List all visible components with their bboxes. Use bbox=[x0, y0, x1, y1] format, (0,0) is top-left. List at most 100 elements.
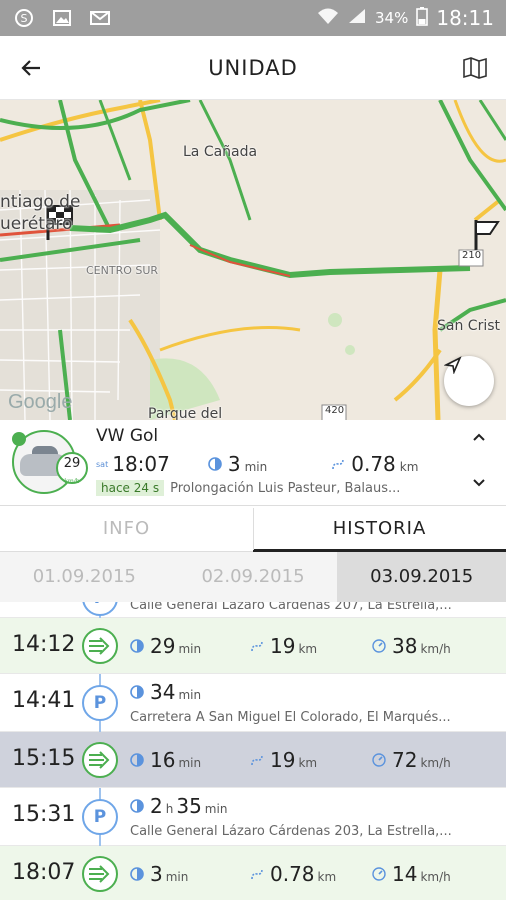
trip-duration: 3 min bbox=[130, 862, 188, 886]
unit-distance: 0.78 bbox=[351, 452, 396, 476]
my-location-button[interactable] bbox=[444, 356, 494, 406]
svg-text:S: S bbox=[21, 12, 28, 25]
stop-row[interactable]: 15:31 P 2 h 35 min Calle General Lázaro … bbox=[0, 788, 506, 846]
distance-unit: km bbox=[298, 756, 318, 770]
duration-value: 34 bbox=[150, 680, 176, 704]
speed-value: 29 bbox=[63, 456, 81, 471]
map-label-la-canada: La Cañada bbox=[183, 144, 258, 160]
stop-address: Carretera A San Miguel El Colorado, El M… bbox=[130, 710, 451, 725]
trip-duration: 16 min bbox=[130, 748, 201, 772]
skype-icon: S bbox=[12, 7, 36, 29]
clock-icon bbox=[130, 639, 144, 653]
clock: 18:11 bbox=[436, 6, 494, 30]
trip-distance: 19 km bbox=[250, 748, 317, 772]
distance-unit: km bbox=[317, 870, 337, 884]
status-bar: S 34% 18:11 bbox=[0, 0, 506, 36]
mail-off-icon bbox=[88, 7, 112, 29]
trip-duration: 29 min bbox=[130, 634, 201, 658]
duration-hours-value: 2 bbox=[150, 794, 163, 818]
date-tab-01[interactable]: 01.09.2015 bbox=[0, 552, 169, 602]
back-button[interactable] bbox=[0, 36, 62, 100]
list-item-partial[interactable]: P Calle General Lázaro Cárdenas 207, La … bbox=[0, 602, 506, 618]
stop-address: Calle General Lázaro Cárdenas 207, La Es… bbox=[130, 602, 452, 613]
stop-duration: 34 min bbox=[130, 680, 201, 704]
duration-value: 29 bbox=[150, 634, 176, 658]
map-view[interactable]: ntiago de uerétaro La Cañada CENTRO SUR … bbox=[0, 100, 506, 420]
google-logo: Google bbox=[8, 391, 73, 413]
unit-address: Prolongación Luis Pasteur, Balaus... bbox=[170, 480, 401, 496]
row-time: 14:41 bbox=[12, 688, 76, 713]
highway-shield-210: 210 bbox=[462, 250, 482, 261]
map-label-centro-sur: CENTRO SUR bbox=[86, 264, 159, 277]
duration-value: 16 bbox=[150, 748, 176, 772]
trip-speed: 72 km/h bbox=[372, 748, 451, 772]
wifi-icon bbox=[317, 7, 339, 29]
trip-distance: 19 km bbox=[250, 634, 317, 658]
signal-icon bbox=[347, 7, 367, 29]
arrow-back-icon bbox=[21, 59, 40, 76]
speed-unit: km/h bbox=[420, 756, 451, 770]
speed-value: 72 bbox=[392, 748, 418, 772]
distance-icon bbox=[251, 868, 263, 880]
trip-row[interactable]: 14:12 29 min 19 km 38 km/h bbox=[0, 618, 506, 674]
gps-status-icon bbox=[12, 432, 26, 446]
stop-row[interactable]: 14:41 P 34 min Carretera A San Miguel El… bbox=[0, 674, 506, 732]
battery-percent: 34% bbox=[375, 9, 409, 27]
row-time: 18:07 bbox=[12, 860, 76, 885]
speed-badge: 29 km/h bbox=[56, 452, 88, 485]
trip-arrow-icon bbox=[82, 628, 118, 664]
battery-icon bbox=[416, 6, 429, 30]
map-label-city-2: uerétaro bbox=[0, 214, 73, 234]
trip-speed: 14 km/h bbox=[372, 862, 451, 886]
unit-name: VW Gol bbox=[96, 426, 159, 446]
last-update-badge: hace 24 s bbox=[96, 480, 165, 496]
speed-unit: km/h bbox=[420, 870, 451, 884]
duration-unit: min bbox=[178, 756, 202, 770]
trip-arrow-icon bbox=[82, 742, 118, 778]
distance-icon bbox=[332, 458, 345, 470]
clock-icon bbox=[130, 685, 144, 699]
tab-info[interactable]: INFO bbox=[0, 506, 253, 551]
distance-icon bbox=[251, 754, 263, 766]
app-bar: UNIDAD bbox=[0, 36, 506, 100]
trip-row-selected[interactable]: 15:15 16 min 19 km 72 km/h bbox=[0, 732, 506, 788]
unit-duration: 3 bbox=[227, 452, 241, 476]
chevron-down-icon[interactable] bbox=[472, 478, 486, 488]
chevron-up-icon[interactable] bbox=[472, 432, 486, 442]
tab-historia[interactable]: HISTORIA bbox=[253, 506, 506, 552]
clock-icon bbox=[130, 867, 144, 881]
unit-card[interactable]: 29 km/h VW Gol sat 18:07 3 min 0.78 km h… bbox=[0, 420, 506, 506]
sat-label: sat bbox=[96, 459, 109, 469]
trip-distance: 0.78 km bbox=[250, 862, 336, 886]
clock-icon bbox=[208, 457, 222, 471]
parking-icon: P bbox=[82, 685, 118, 721]
map-label-parque: Parque del bbox=[148, 406, 223, 420]
speedometer-icon bbox=[372, 639, 386, 653]
trip-row[interactable]: 18:07 3 min 0.78 km 14 km/h bbox=[0, 846, 506, 900]
duration-value: 3 bbox=[150, 862, 163, 886]
date-tab-02[interactable]: 02.09.2015 bbox=[169, 552, 338, 602]
speedometer-icon bbox=[372, 867, 386, 881]
duration-unit: min bbox=[178, 642, 202, 656]
highway-shield-420: 420 bbox=[325, 405, 345, 416]
date-selector: 01.09.2015 02.09.2015 03.09.2015 bbox=[0, 552, 506, 602]
duration-unit: min bbox=[178, 688, 202, 702]
duration-unit: min bbox=[165, 870, 189, 884]
gallery-icon bbox=[50, 7, 74, 29]
unit-location: hace 24 s Prolongación Luis Pasteur, Bal… bbox=[96, 480, 460, 496]
map-button[interactable] bbox=[444, 36, 506, 100]
unit-distance-unit: km bbox=[399, 460, 419, 474]
duration-unit: min bbox=[204, 802, 228, 816]
history-list[interactable]: P Calle General Lázaro Cárdenas 207, La … bbox=[0, 602, 506, 900]
parking-icon: P bbox=[82, 602, 118, 616]
clock-icon bbox=[130, 799, 144, 813]
duration-value: 35 bbox=[176, 794, 202, 818]
trip-speed: 38 km/h bbox=[372, 634, 451, 658]
duration-hours-unit: h bbox=[165, 802, 174, 816]
speed-unit: km/h bbox=[420, 642, 451, 656]
map-icon bbox=[463, 56, 487, 79]
date-tab-03[interactable]: 03.09.2015 bbox=[337, 552, 506, 602]
distance-unit: km bbox=[298, 642, 318, 656]
distance-icon bbox=[251, 640, 263, 652]
speed-value: 14 bbox=[392, 862, 418, 886]
